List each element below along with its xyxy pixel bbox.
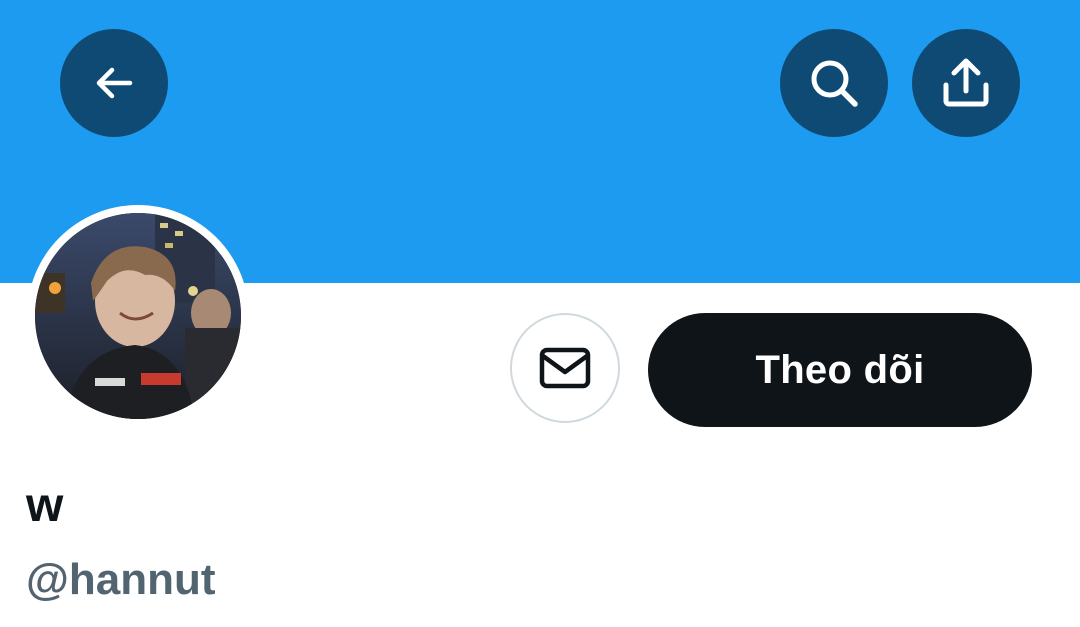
follow-button[interactable]: Theo dõi (648, 313, 1032, 427)
avatar[interactable] (35, 213, 241, 419)
profile-handle: @hannut (26, 555, 216, 604)
message-button[interactable] (510, 313, 620, 423)
search-button[interactable] (780, 29, 888, 137)
arrow-left-icon (96, 67, 133, 99)
profile-page: Theo dõi w @hannut (0, 0, 1080, 627)
search-icon (811, 60, 858, 107)
profile-display-name: w (26, 479, 64, 532)
share-upload-icon (943, 58, 989, 107)
share-button[interactable] (912, 29, 1020, 137)
avatar-photo (35, 213, 241, 419)
back-button[interactable] (60, 29, 168, 137)
envelope-icon (539, 347, 591, 389)
